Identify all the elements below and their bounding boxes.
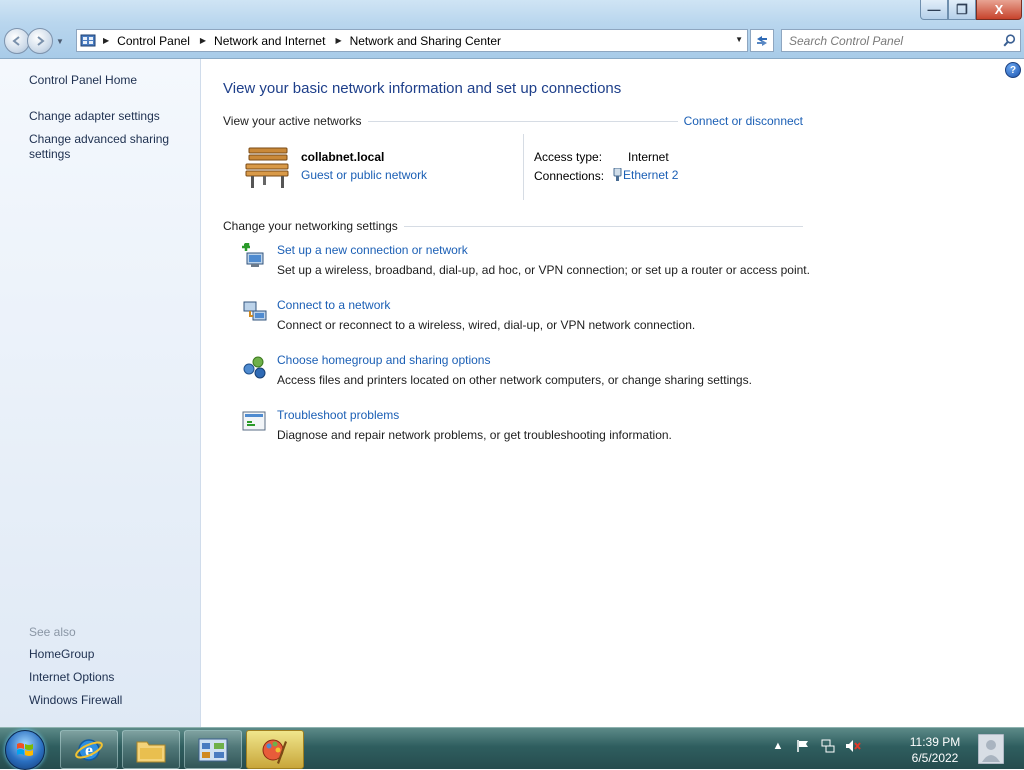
change-adapter-settings-link[interactable]: Change adapter settings <box>29 109 160 124</box>
show-hidden-icons-icon[interactable]: ▲ <box>770 738 786 754</box>
task-new-connection-link[interactable]: Set up a new connection or network <box>277 243 468 257</box>
taskbar: e ▲ 11:39 PM 6/5/2022 <box>0 727 1024 770</box>
breadcrumb-network-and-internet[interactable]: Network and Internet <box>214 34 325 48</box>
internet-explorer-icon: e <box>75 738 103 761</box>
action-center-flag-icon[interactable] <box>795 738 811 754</box>
forward-arrow-icon <box>37 36 45 46</box>
close-button[interactable]: X <box>976 0 1022 20</box>
task-homegroup: Choose homegroup and sharing options Acc… <box>241 353 841 393</box>
control-panel-window-icon <box>198 738 228 761</box>
clock-date: 6/5/2022 <box>911 751 959 765</box>
minimize-button[interactable]: — <box>920 0 948 20</box>
breadcrumb-separator-icon[interactable]: ▶ <box>103 36 109 45</box>
page-title: View your basic network information and … <box>223 80 622 97</box>
connections-label: Connections: <box>534 169 605 183</box>
change-advanced-sharing-settings-link[interactable]: Change advanced sharing settings <box>29 132 179 162</box>
address-bar[interactable]: ▶ Control Panel ▶ Network and Internet ▶… <box>76 29 748 52</box>
task-homegroup-link[interactable]: Choose homegroup and sharing options <box>277 353 490 367</box>
control-panel-home-link[interactable]: Control Panel Home <box>29 73 137 88</box>
network-name: collabnet.local <box>301 150 385 164</box>
taskbar-active-app[interactable] <box>246 730 304 769</box>
user-account-button[interactable] <box>976 730 1006 767</box>
refresh-icon <box>757 35 767 46</box>
user-avatar-icon <box>978 733 1004 764</box>
task-troubleshoot: Troubleshoot problems Diagnose and repai… <box>241 408 841 448</box>
control-panel-icon <box>79 32 97 50</box>
start-button[interactable] <box>5 730 45 770</box>
clock-time: 11:39 PM <box>909 735 961 749</box>
breadcrumb-network-sharing-center[interactable]: Network and Sharing Center <box>350 34 501 48</box>
connect-network-icon <box>243 301 267 321</box>
network-info-divider <box>523 134 524 200</box>
forward-button[interactable] <box>27 28 53 54</box>
see-also-heading: See also <box>29 625 76 639</box>
system-clock[interactable]: 11:39 PM 6/5/2022 <box>903 734 967 766</box>
navigation-buttons: ▼ <box>4 28 64 54</box>
access-type-label: Access type: <box>534 150 603 164</box>
left-navigation-pane: Control Panel Home Change adapter settin… <box>0 59 201 727</box>
task-new-connection-description: Set up a wireless, broadband, dial-up, a… <box>277 263 810 277</box>
search-input[interactable] <box>782 30 1000 51</box>
window-title-bar: — ❐ X ▼ ▶ Control Panel ▶ Network and In… <box>0 0 1024 59</box>
internet-options-link[interactable]: Internet Options <box>29 670 114 685</box>
refresh-button[interactable] <box>750 29 774 52</box>
network-status-icon[interactable] <box>820 738 836 754</box>
public-network-bench-icon <box>245 147 289 188</box>
folder-icon <box>136 741 166 762</box>
notification-area: ▲ <box>770 738 870 754</box>
task-connect-network: Connect to a network Connect or reconnec… <box>241 298 841 338</box>
task-homegroup-description: Access files and printers located on oth… <box>277 373 752 387</box>
active-networks-section-header: View your active networks Connect or dis… <box>223 113 803 129</box>
section-divider <box>403 225 803 227</box>
task-connect-network-link[interactable]: Connect to a network <box>277 298 390 312</box>
maximize-button[interactable]: ❐ <box>948 0 976 20</box>
networking-settings-section-header: Change your networking settings <box>223 218 803 234</box>
task-troubleshoot-link[interactable]: Troubleshoot problems <box>277 408 399 422</box>
ethernet-connection-label[interactable]: Ethernet 2 <box>623 168 678 182</box>
paint-app-icon <box>262 739 287 764</box>
ethernet-connection-link[interactable]: Ethernet 2 <box>612 168 678 182</box>
breadcrumb-control-panel[interactable]: Control Panel <box>117 34 190 48</box>
address-dropdown-icon[interactable]: ▼ <box>735 35 743 44</box>
main-content: ? View your basic network information an… <box>201 59 1024 727</box>
caption-buttons: — ❐ X <box>920 0 1022 20</box>
active-networks-heading: View your active networks <box>223 114 362 128</box>
taskbar-file-explorer[interactable] <box>122 730 180 769</box>
back-arrow-icon <box>12 36 20 46</box>
homegroup-link[interactable]: HomeGroup <box>29 647 94 662</box>
volume-muted-icon[interactable] <box>845 738 861 754</box>
task-new-connection: Set up a new connection or network Set u… <box>241 243 841 283</box>
networking-settings-heading: Change your networking settings <box>223 219 398 233</box>
network-type-link[interactable]: Guest or public network <box>301 168 427 182</box>
connect-or-disconnect-link[interactable]: Connect or disconnect <box>684 114 803 128</box>
task-troubleshoot-description: Diagnose and repair network problems, or… <box>277 428 672 442</box>
homegroup-icon <box>243 356 266 379</box>
taskbar-internet-explorer[interactable]: e <box>60 730 118 769</box>
task-connect-network-description: Connect or reconnect to a wireless, wire… <box>277 318 696 332</box>
search-box <box>781 29 1021 52</box>
windows-firewall-link[interactable]: Windows Firewall <box>29 693 122 708</box>
breadcrumb-separator-icon[interactable]: ▶ <box>200 36 206 45</box>
breadcrumb-separator-icon[interactable]: ▶ <box>335 36 341 45</box>
help-icon[interactable]: ? <box>1005 62 1021 78</box>
new-connection-icon <box>242 243 264 267</box>
section-divider <box>367 120 678 122</box>
recent-pages-dropdown[interactable]: ▼ <box>56 37 64 46</box>
ethernet-icon <box>613 168 622 181</box>
access-type-value: Internet <box>628 150 669 164</box>
windows-logo-icon <box>17 743 33 756</box>
troubleshoot-icon <box>242 411 266 431</box>
active-network-panel: collabnet.local Guest or public network … <box>241 134 781 204</box>
taskbar-control-panel[interactable] <box>184 730 242 769</box>
search-icon[interactable] <box>1000 32 1018 50</box>
